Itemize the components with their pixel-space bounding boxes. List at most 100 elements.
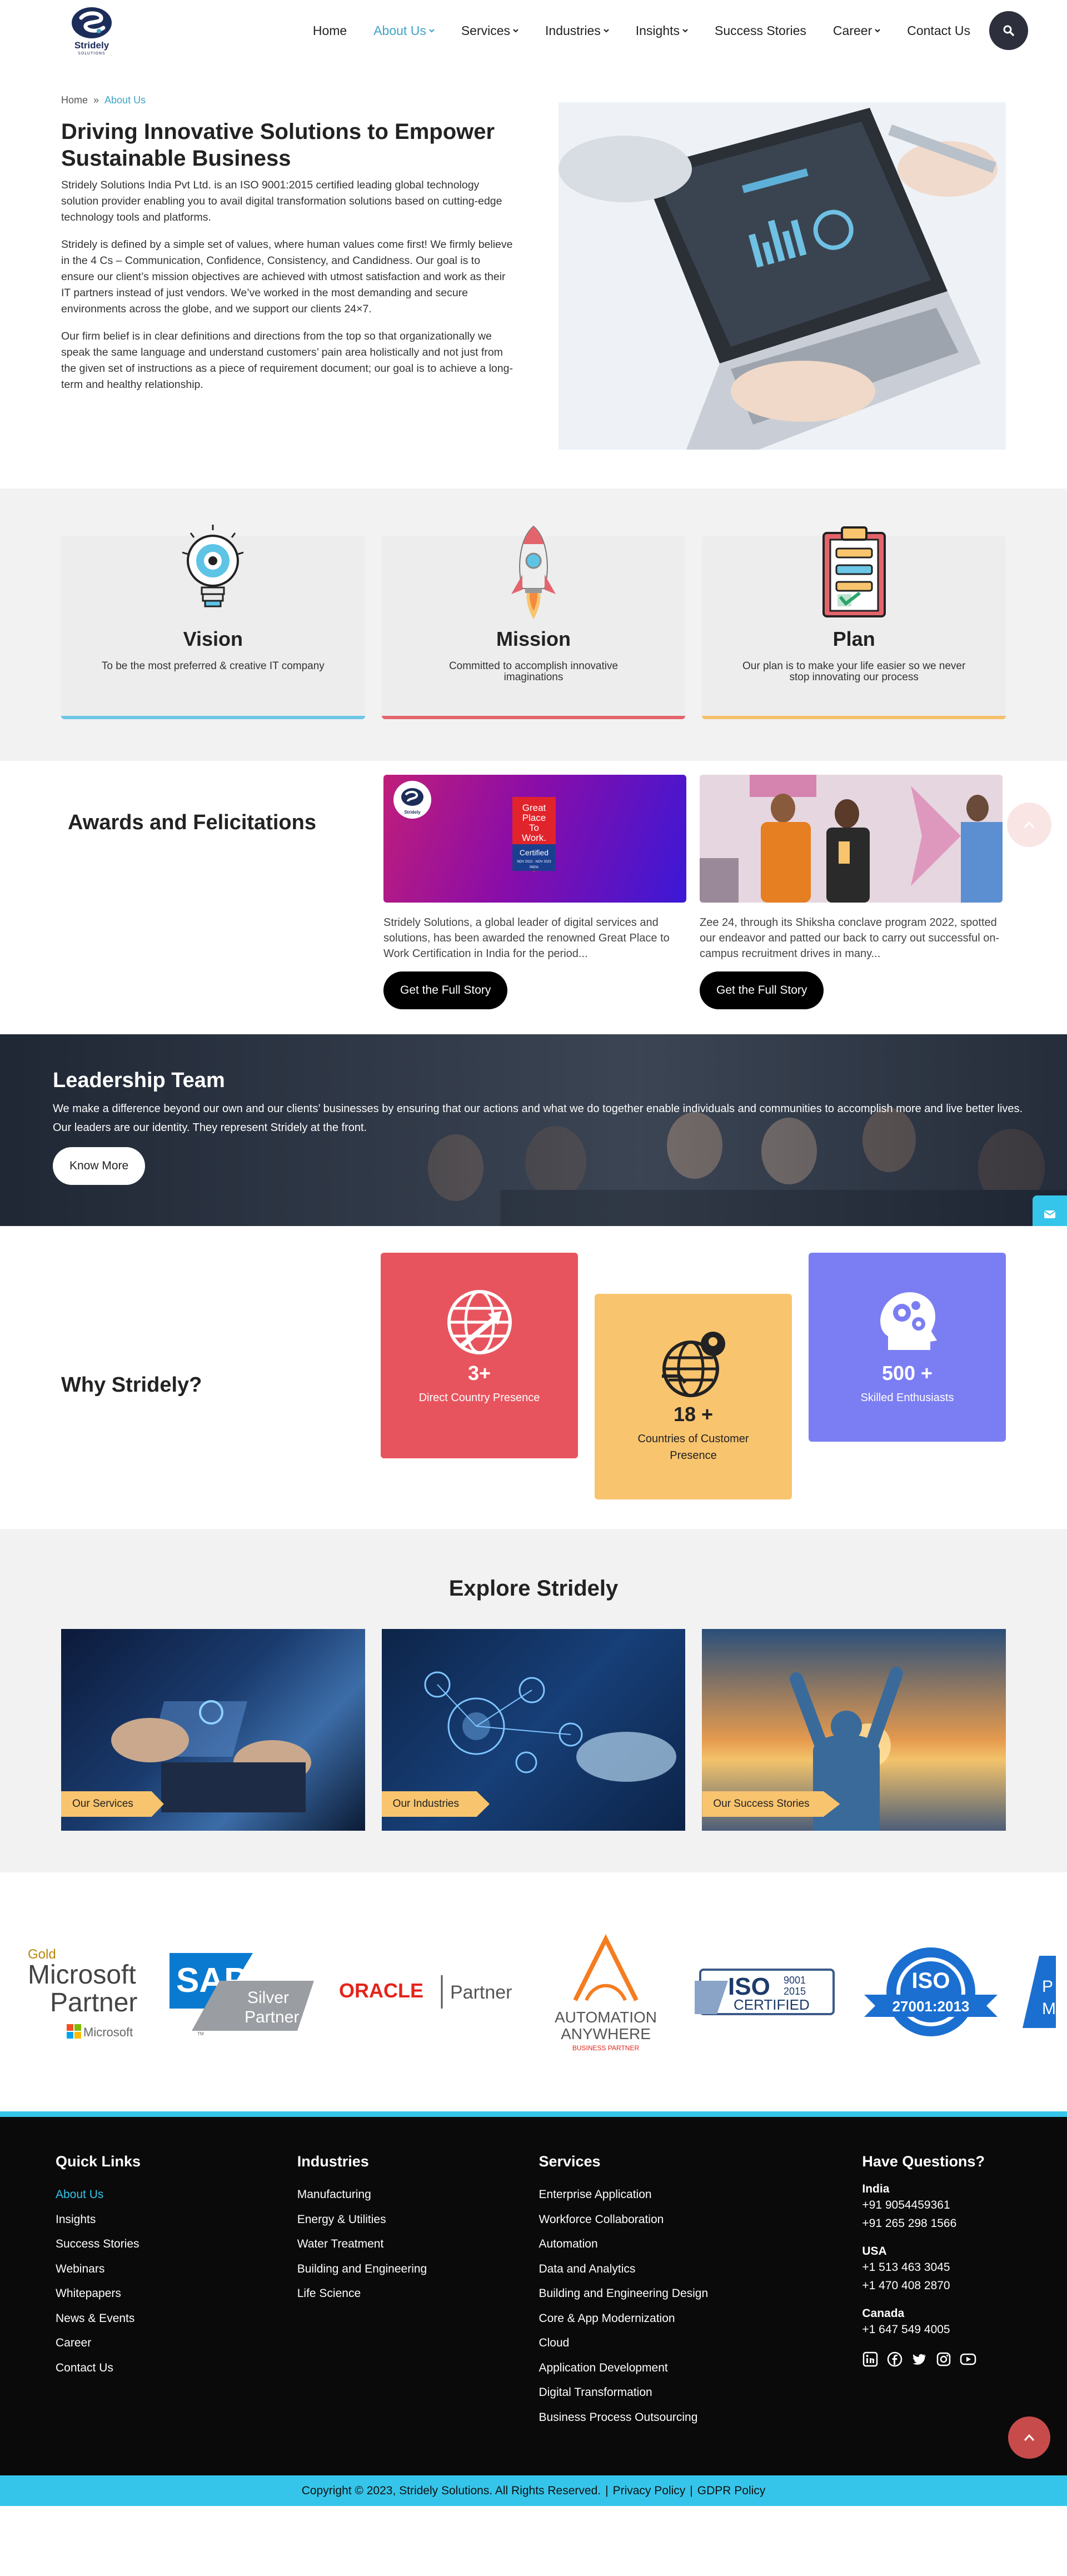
explore-tag-services: Our Services bbox=[61, 1791, 164, 1817]
explore-card-industries[interactable]: Our Industries bbox=[381, 1629, 686, 1831]
oracle-partner-logo: ORACLE Partner bbox=[339, 1975, 512, 2009]
breadcrumb-current: About Us bbox=[104, 94, 146, 106]
scroll-to-top-button[interactable] bbox=[1008, 2416, 1050, 2459]
badge-period: NOV 2022 - NOV 2023 bbox=[517, 860, 551, 864]
privacy-policy-link[interactable]: Privacy Policy bbox=[613, 2484, 686, 2498]
footer-service-link[interactable]: Enterprise Application bbox=[539, 2183, 862, 2208]
award-text-zee24: Zee 24, through its Shiksha conclave pro… bbox=[700, 916, 1000, 960]
nav-home[interactable]: Home bbox=[300, 23, 360, 38]
partial-letter-2: M bbox=[1042, 2000, 1056, 2018]
footer-industry-link[interactable]: Energy & Utilities bbox=[297, 2208, 539, 2233]
phone-usa-2[interactable]: +1 470 408 2870 bbox=[862, 2276, 1006, 2295]
nav-contact-label: Contact Us bbox=[907, 23, 970, 38]
site-header: Stridely SOLUTIONS Home About Us Service… bbox=[0, 0, 1067, 61]
footer-link-career[interactable]: Career bbox=[56, 2331, 297, 2356]
nav-insights-label: Insights bbox=[635, 23, 680, 38]
about-content: Home » About Us Driving Innovative Solut… bbox=[61, 94, 514, 450]
get-full-story-button[interactable]: Get the Full Story bbox=[700, 971, 824, 1009]
know-more-button[interactable]: Know More bbox=[53, 1147, 146, 1185]
award-brand-label: Stridely bbox=[404, 810, 421, 815]
copyright-text: Copyright © 2023, Stridely Solutions. Al… bbox=[301, 2484, 601, 2497]
about-hero-image bbox=[558, 102, 1006, 450]
footer-service-link[interactable]: Workforce Collaboration bbox=[539, 2208, 862, 2233]
vision-card: Vision To be the most preferred & creati… bbox=[61, 525, 365, 719]
footer-industry-link[interactable]: Building and Engineering bbox=[297, 2257, 539, 2282]
footer-service-link[interactable]: Business Process Outsourcing bbox=[539, 2405, 862, 2430]
footer-service-link[interactable]: Data and Analytics bbox=[539, 2257, 862, 2282]
explore-card-success-stories[interactable]: Our Success Stories bbox=[702, 1629, 1006, 1831]
footer-service-link[interactable]: Core & App Modernization bbox=[539, 2306, 862, 2331]
linkedin-icon[interactable] bbox=[862, 2351, 879, 2368]
nav-about-us[interactable]: About Us bbox=[360, 23, 448, 38]
breadcrumb-home[interactable]: Home bbox=[61, 94, 88, 106]
iso27001-code: 27001:2013 bbox=[893, 1998, 970, 2015]
site-footer: Quick Links About Us Insights Success St… bbox=[0, 2111, 1067, 2475]
country-usa: USA bbox=[862, 2245, 887, 2258]
award-image-gptw: Stridely Great Place To Work. Certified … bbox=[383, 775, 686, 903]
footer-service-link[interactable]: Application Development bbox=[539, 2356, 862, 2381]
phone-india-1[interactable]: +91 9054459361 bbox=[862, 2196, 1006, 2214]
twitter-icon[interactable] bbox=[911, 2351, 928, 2368]
quick-links-title: Quick Links bbox=[56, 2153, 141, 2170]
iso27001-name: ISO bbox=[912, 1969, 950, 1993]
sap-silver-partner-logo: SAP Silver Partner TM bbox=[169, 1953, 314, 2036]
automation-anywhere-logo: AUTOMATION ANYWHERE BUSINESS PARTNER bbox=[555, 1934, 657, 2052]
footer-link-webinars[interactable]: Webinars bbox=[56, 2257, 297, 2282]
footer-link-whitepapers[interactable]: Whitepapers bbox=[56, 2281, 297, 2306]
page-title: Driving Innovative Solutions to Empower … bbox=[61, 119, 495, 171]
instagram-icon[interactable] bbox=[935, 2351, 952, 2368]
nav-career[interactable]: Career bbox=[820, 23, 894, 38]
search-button[interactable] bbox=[989, 11, 1028, 50]
vision-mission-plan-section: Vision To be the most preferred & creati… bbox=[0, 489, 1067, 761]
nav-success-stories[interactable]: Success Stories bbox=[701, 23, 820, 38]
logo[interactable]: Stridely SOLUTIONS bbox=[61, 6, 122, 56]
mission-card: Mission Committed to accomplish innovati… bbox=[381, 525, 686, 719]
footer-service-link[interactable]: Digital Transformation bbox=[539, 2380, 862, 2405]
badge-line-1: Great bbox=[522, 803, 546, 813]
footer-service-link[interactable]: Cloud bbox=[539, 2331, 862, 2356]
award-card-gptw: Stridely Great Place To Work. Certified … bbox=[383, 775, 686, 1009]
microsoft-gold-partner-logo: Gold Microsoft Partner Microsoft bbox=[28, 1947, 137, 2039]
facebook-icon[interactable] bbox=[886, 2351, 903, 2368]
industries-title: Industries bbox=[297, 2153, 369, 2170]
footer-service-link[interactable]: Building and Engineering Design bbox=[539, 2281, 862, 2306]
scroll-to-top-button[interactable] bbox=[1007, 803, 1051, 847]
iso9001-code: 9001 bbox=[784, 1975, 806, 1986]
about-paragraph-2: Stridely is defined by a simple set of v… bbox=[61, 238, 513, 315]
footer-link-contact-us[interactable]: Contact Us bbox=[56, 2356, 297, 2381]
footer-link-about-us[interactable]: About Us bbox=[56, 2183, 297, 2208]
phone-india-2[interactable]: +91 265 298 1566 bbox=[862, 2214, 1006, 2233]
explore-card-services[interactable]: Our Services bbox=[61, 1629, 365, 1831]
partners-section: Gold Microsoft Partner Microsoft SAP Sil… bbox=[0, 1872, 1067, 2111]
partner-automation-anywhere: AUTOMATION ANYWHERE BUSINESS PARTNER bbox=[542, 1928, 670, 2056]
nav-industries[interactable]: Industries bbox=[532, 23, 622, 38]
gdpr-policy-link[interactable]: GDPR Policy bbox=[697, 2484, 766, 2498]
get-full-story-button[interactable]: Get the Full Story bbox=[383, 971, 508, 1009]
brand-tagline: SOLUTIONS bbox=[78, 51, 106, 56]
footer-link-insights[interactable]: Insights bbox=[56, 2208, 297, 2233]
aa-line-1: AUTOMATION bbox=[555, 2009, 657, 2026]
phone-usa-1[interactable]: +1 513 463 3045 bbox=[862, 2258, 1006, 2276]
nav-about-label: About Us bbox=[373, 23, 426, 38]
youtube-icon[interactable] bbox=[960, 2351, 976, 2368]
footer-industry-link[interactable]: Manufacturing bbox=[297, 2183, 539, 2208]
award-ceremony-photo bbox=[700, 775, 1003, 903]
explore-section: Explore Stridely Our Services Our Indust… bbox=[0, 1529, 1067, 1872]
partner-sap: SAP Silver Partner TM bbox=[169, 1947, 314, 2036]
social-links bbox=[862, 2351, 1006, 2368]
phone-canada-1[interactable]: +1 647 549 4005 bbox=[862, 2320, 1006, 2339]
head-gears-icon bbox=[880, 1292, 937, 1350]
plan-title: Plan bbox=[832, 627, 875, 650]
footer-link-news-events[interactable]: News & Events bbox=[56, 2306, 297, 2331]
main-nav: Home About Us Services Industries Insigh… bbox=[300, 11, 1028, 50]
footer-link-success-stories[interactable]: Success Stories bbox=[56, 2232, 297, 2257]
plan-text: Our plan is to make your life easier so … bbox=[742, 660, 966, 683]
footer-industry-link[interactable]: Life Science bbox=[297, 2281, 539, 2306]
nav-contact-us[interactable]: Contact Us bbox=[894, 23, 984, 38]
footer-service-link[interactable]: Automation bbox=[539, 2232, 862, 2257]
nav-insights[interactable]: Insights bbox=[622, 23, 701, 38]
footer-industry-link[interactable]: Water Treatment bbox=[297, 2232, 539, 2257]
mail-contact-tab[interactable] bbox=[1033, 1195, 1067, 1226]
copyright-bar: Copyright © 2023, Stridely Solutions. Al… bbox=[0, 2475, 1067, 2506]
nav-services[interactable]: Services bbox=[448, 23, 532, 38]
